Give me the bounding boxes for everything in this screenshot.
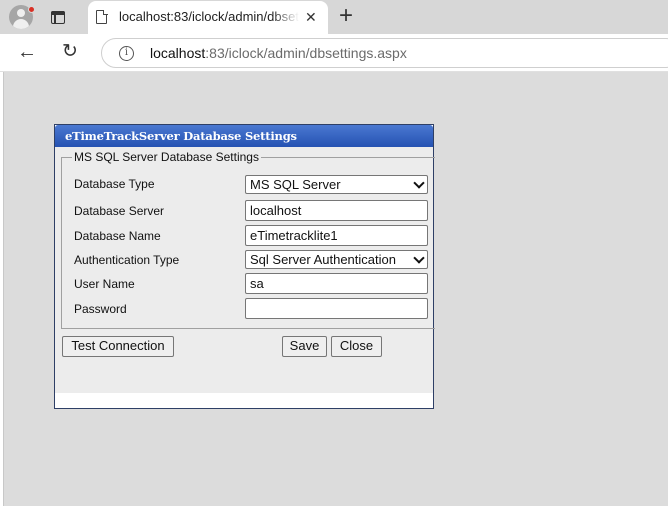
tab-strip: localhost:83/iclock/admin/dbsettings.asp…	[0, 0, 668, 34]
user-name-label: User Name	[74, 277, 135, 291]
dialog-titlebar: eTimeTrackServer Database Settings	[55, 125, 433, 147]
test-connection-button[interactable]: Test Connection	[62, 336, 174, 357]
database-name-input[interactable]: eTimetracklite1	[245, 225, 428, 246]
database-type-select[interactable]: MS SQL Server	[245, 175, 428, 194]
toolbar: ← ↻ i localhost:83/iclock/admin/dbsettin…	[0, 34, 668, 72]
back-arrow-icon[interactable]: ←	[17, 42, 37, 62]
database-server-input[interactable]: localhost	[245, 200, 428, 221]
close-button[interactable]: Close	[331, 336, 382, 357]
sql-settings-fieldset: MS SQL Server Database Settings Database…	[61, 150, 435, 329]
password-label: Password	[74, 302, 127, 316]
url-host: localhost	[150, 45, 206, 61]
tab-actions-column	[54, 14, 56, 23]
authentication-type-value: Sql Server Authentication	[250, 252, 396, 267]
url-path: :83/iclock/admin/dbsettings.aspx	[205, 45, 407, 61]
chevron-down-icon	[415, 256, 424, 262]
database-settings-dialog: eTimeTrackServer Database Settings MS SQ…	[54, 124, 435, 409]
database-name-label: Database Name	[74, 229, 161, 243]
chevron-down-icon	[415, 181, 424, 187]
dialog-body: MS SQL Server Database Settings Database…	[55, 147, 435, 393]
dialog-title: eTimeTrackServer Database Settings	[65, 129, 297, 143]
fieldset-legend: MS SQL Server Database Settings	[72, 150, 261, 164]
info-icon[interactable]: i	[119, 46, 134, 61]
authentication-type-select[interactable]: Sql Server Authentication	[245, 250, 428, 269]
avatar-head	[17, 9, 25, 17]
authentication-type-label: Authentication Type	[74, 253, 180, 267]
database-type-value: MS SQL Server	[250, 177, 341, 192]
tab-actions-icon[interactable]	[50, 9, 66, 25]
plus-icon[interactable]: +	[339, 4, 353, 28]
password-input[interactable]	[245, 298, 428, 319]
database-server-label: Database Server	[74, 204, 165, 218]
avatar-body	[13, 19, 29, 29]
user-name-input[interactable]: sa	[245, 273, 428, 294]
save-button[interactable]: Save	[282, 336, 327, 357]
url-text[interactable]: localhost:83/iclock/admin/dbsettings.asp…	[150, 45, 407, 61]
close-icon[interactable]: ✕	[305, 9, 317, 25]
tab-title: localhost:83/iclock/admin/dbsettings.asp…	[119, 9, 299, 24]
page-icon	[96, 9, 108, 24]
reload-icon[interactable]: ↻	[62, 42, 78, 62]
address-bar[interactable]: i localhost:83/iclock/admin/dbsettings.a…	[101, 38, 668, 68]
browser-tab[interactable]: localhost:83/iclock/admin/dbsettings.asp…	[88, 1, 328, 34]
database-type-label: Database Type	[74, 177, 155, 191]
notification-dot	[28, 6, 35, 13]
